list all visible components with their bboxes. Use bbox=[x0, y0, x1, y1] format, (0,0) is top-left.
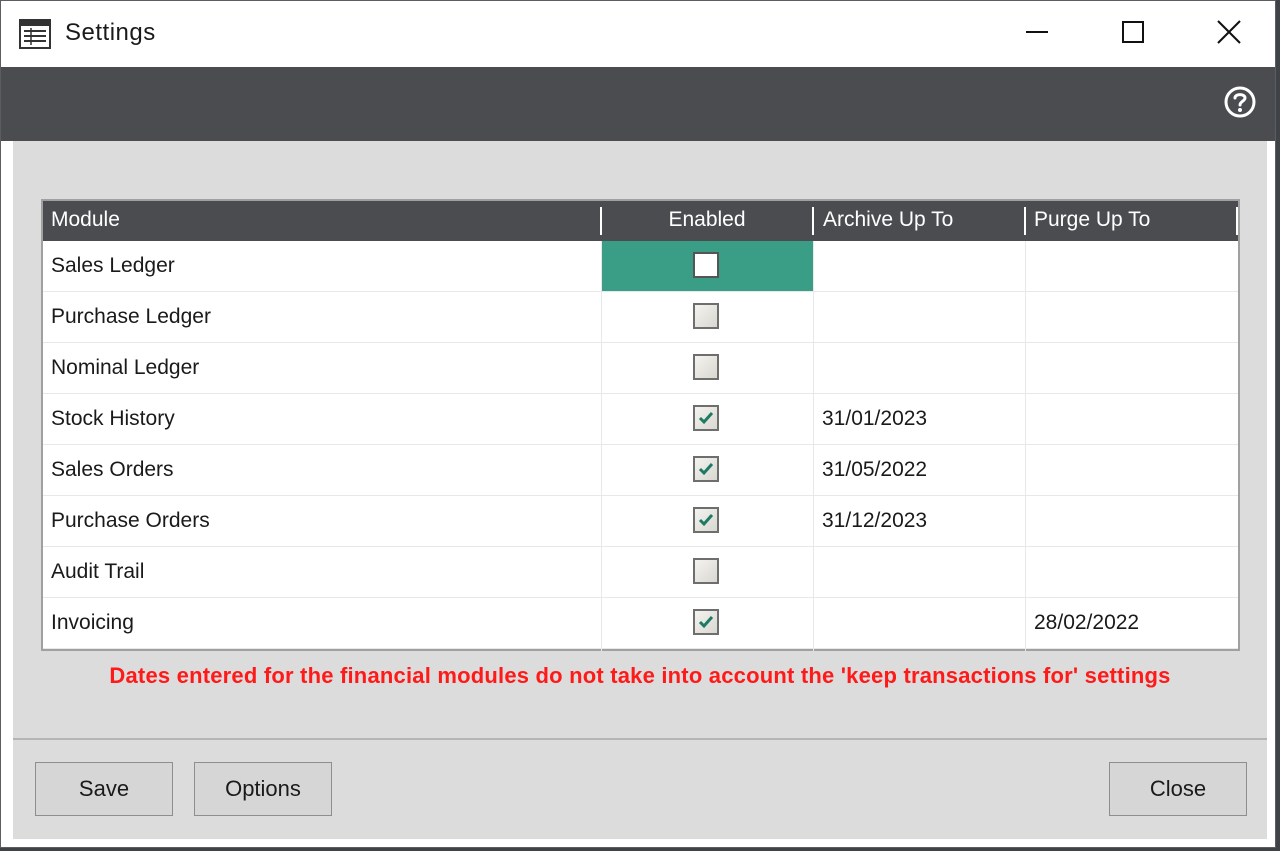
content-area: Module Enabled Archive Up To Purge Up To… bbox=[13, 141, 1267, 738]
table-row[interactable]: Sales Ledger bbox=[43, 241, 1238, 292]
enabled-cell[interactable] bbox=[602, 241, 813, 291]
column-header-module[interactable]: Module bbox=[51, 201, 601, 241]
help-icon[interactable] bbox=[1223, 85, 1257, 119]
enabled-checkbox-checked[interactable] bbox=[693, 507, 719, 533]
archive-date[interactable] bbox=[822, 292, 1022, 342]
table-row[interactable]: Nominal Ledger bbox=[43, 343, 1238, 394]
enabled-cell[interactable] bbox=[602, 496, 813, 546]
purge-date[interactable] bbox=[1034, 547, 1234, 597]
minimize-button[interactable] bbox=[989, 1, 1085, 67]
column-header-purge[interactable]: Purge Up To bbox=[1034, 201, 1234, 241]
table-row[interactable]: Invoicing 28/02/2022 bbox=[43, 598, 1238, 649]
options-button[interactable]: Options bbox=[194, 762, 332, 816]
minimize-icon bbox=[1025, 20, 1049, 49]
purge-date[interactable] bbox=[1034, 343, 1234, 393]
module-name: Sales Orders bbox=[51, 458, 174, 481]
enabled-cell[interactable] bbox=[602, 445, 813, 495]
archive-date[interactable] bbox=[822, 547, 1022, 597]
close-icon bbox=[1216, 19, 1242, 50]
enabled-cell[interactable] bbox=[602, 598, 813, 648]
grid-header: Module Enabled Archive Up To Purge Up To bbox=[43, 201, 1238, 241]
purge-date[interactable]: 28/02/2022 bbox=[1034, 598, 1234, 648]
toolbar bbox=[1, 67, 1275, 141]
table-row[interactable]: Audit Trail bbox=[43, 547, 1238, 598]
maximize-button[interactable] bbox=[1085, 1, 1181, 67]
module-name: Audit Trail bbox=[51, 560, 145, 583]
module-name: Purchase Ledger bbox=[51, 305, 211, 328]
table-row[interactable]: Sales Orders 31/05/2022 bbox=[43, 445, 1238, 496]
enabled-cell[interactable] bbox=[602, 343, 813, 393]
check-icon bbox=[698, 463, 714, 476]
module-name: Stock History bbox=[51, 407, 175, 430]
module-name: Purchase Orders bbox=[51, 509, 210, 532]
table-row[interactable]: Purchase Orders 31/12/2023 bbox=[43, 496, 1238, 547]
module-name: Sales Ledger bbox=[51, 254, 175, 277]
warning-message: Dates entered for the financial modules … bbox=[109, 663, 1171, 688]
purge-date[interactable] bbox=[1034, 445, 1234, 495]
purge-date[interactable] bbox=[1034, 241, 1234, 291]
enabled-checkbox[interactable] bbox=[693, 303, 719, 329]
enabled-cell[interactable] bbox=[602, 394, 813, 444]
purge-date[interactable] bbox=[1034, 496, 1234, 546]
archive-date[interactable] bbox=[822, 598, 1022, 648]
column-header-enabled[interactable]: Enabled bbox=[602, 201, 812, 241]
purge-date[interactable] bbox=[1034, 394, 1234, 444]
footer-bar: Save Options Close bbox=[13, 738, 1267, 839]
column-separator[interactable] bbox=[812, 207, 814, 235]
table-row[interactable]: Stock History 31/01/2023 bbox=[43, 394, 1238, 445]
archive-date[interactable] bbox=[822, 343, 1022, 393]
save-button[interactable]: Save bbox=[35, 762, 173, 816]
enabled-checkbox[interactable] bbox=[693, 558, 719, 584]
column-separator[interactable] bbox=[1024, 207, 1026, 235]
window-title: Settings bbox=[65, 19, 156, 46]
settings-window: Settings Module Enabled Archive Up To Pu… bbox=[0, 0, 1276, 848]
check-icon bbox=[698, 514, 714, 527]
enabled-checkbox-checked[interactable] bbox=[693, 609, 719, 635]
purge-date[interactable] bbox=[1034, 292, 1234, 342]
table-row[interactable]: Purchase Ledger bbox=[43, 292, 1238, 343]
maximize-icon bbox=[1121, 20, 1145, 49]
archive-date[interactable] bbox=[822, 241, 1022, 291]
modules-grid: Module Enabled Archive Up To Purge Up To… bbox=[41, 199, 1240, 651]
check-icon bbox=[698, 616, 714, 629]
enabled-cell[interactable] bbox=[602, 292, 813, 342]
enabled-checkbox-checked[interactable] bbox=[693, 456, 719, 482]
check-icon bbox=[698, 412, 714, 425]
app-icon bbox=[19, 19, 51, 49]
archive-date[interactable]: 31/01/2023 bbox=[822, 394, 1022, 444]
module-name: Nominal Ledger bbox=[51, 356, 200, 379]
column-separator[interactable] bbox=[1236, 207, 1238, 235]
enabled-checkbox[interactable] bbox=[693, 252, 719, 278]
close-window-button[interactable] bbox=[1181, 1, 1277, 67]
close-button[interactable]: Close bbox=[1109, 762, 1247, 816]
module-name: Invoicing bbox=[51, 611, 134, 634]
enabled-checkbox-checked[interactable] bbox=[693, 405, 719, 431]
enabled-cell[interactable] bbox=[602, 547, 813, 597]
title-bar[interactable]: Settings bbox=[1, 1, 1275, 67]
archive-date[interactable]: 31/05/2022 bbox=[822, 445, 1022, 495]
enabled-checkbox[interactable] bbox=[693, 354, 719, 380]
archive-date[interactable]: 31/12/2023 bbox=[822, 496, 1022, 546]
column-header-archive[interactable]: Archive Up To bbox=[823, 201, 1023, 241]
